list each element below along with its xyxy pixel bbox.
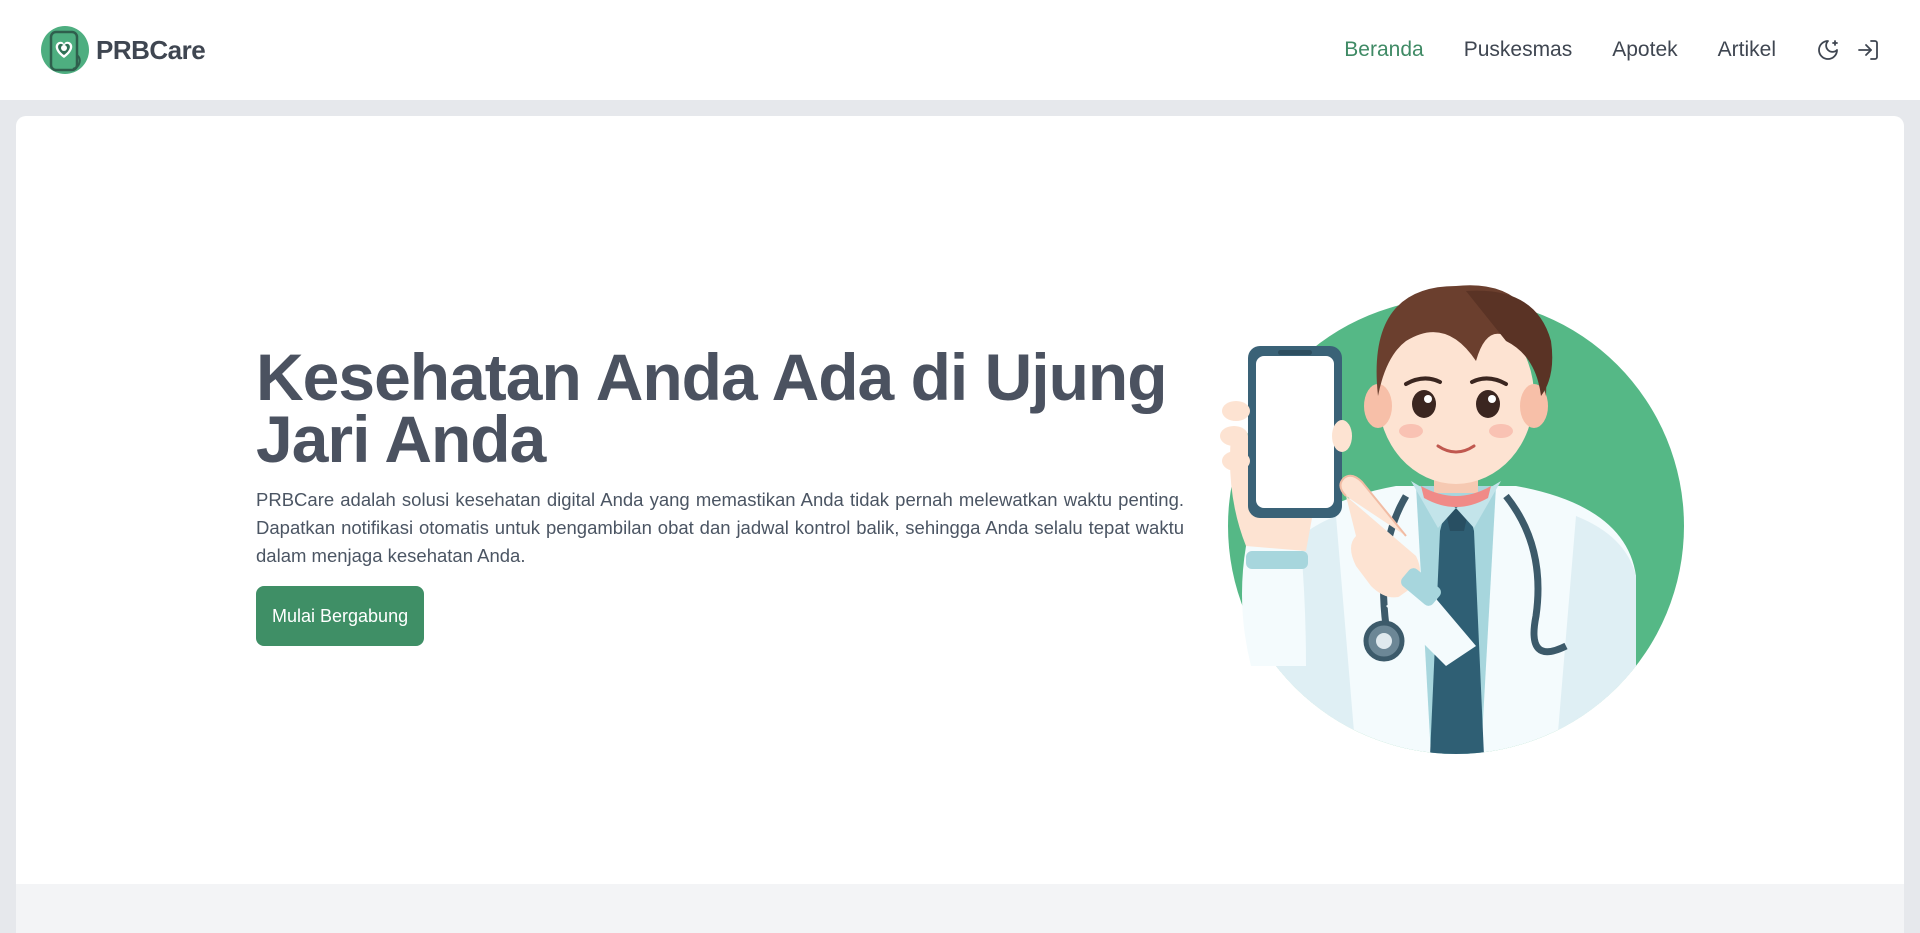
hero-title: Kesehatan Anda Ada di Ujung Jari Anda	[256, 340, 1168, 476]
main-nav: Beranda Puskesmas Apotek Artikel	[1304, 38, 1880, 62]
moon-icon	[1818, 40, 1838, 60]
top-navbar: PRBCare Beranda Puskesmas Apotek Artikel	[0, 0, 1920, 100]
brand-name: PRBCare	[96, 34, 206, 65]
join-button[interactable]: Mulai Bergabung	[256, 586, 425, 646]
brand-link[interactable]: PRBCare	[40, 25, 206, 75]
theme-toggle-button[interactable]	[1816, 38, 1840, 62]
login-button[interactable]	[1856, 38, 1880, 62]
hero-description: PRBCare adalah solusi kesehatan digital …	[256, 489, 1184, 566]
login-icon	[1858, 40, 1878, 60]
nav-item-apotek[interactable]: Apotek	[1612, 38, 1677, 62]
footer-strip	[16, 884, 1904, 933]
nav-item-beranda[interactable]: Beranda	[1344, 38, 1423, 62]
doctor-holding-phone-illustration	[1220, 285, 1684, 754]
hero-text: Kesehatan Anda Ada di Ujung Jari Anda PR…	[256, 340, 1184, 646]
heart-phone-logo-icon	[41, 26, 89, 74]
hero-section: Kesehatan Anda Ada di Ujung Jari Anda PR…	[16, 116, 1904, 884]
nav-item-artikel[interactable]: Artikel	[1718, 38, 1776, 62]
nav-icons	[1816, 38, 1880, 62]
nav-item-puskesmas[interactable]: Puskesmas	[1464, 38, 1573, 62]
